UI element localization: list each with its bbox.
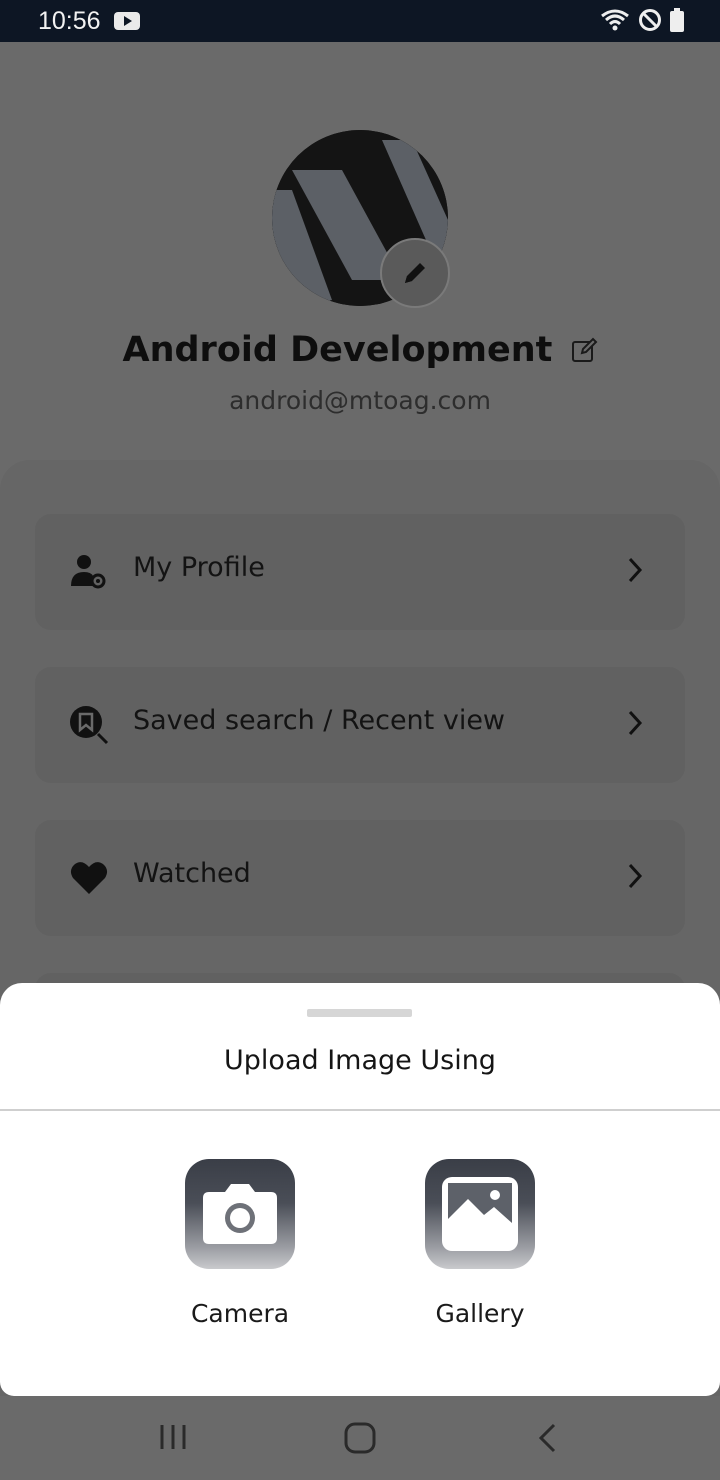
wifi-icon (601, 9, 629, 31)
chevron-right-icon (628, 863, 643, 889)
battery-icon (670, 8, 684, 32)
divider (0, 1109, 720, 1111)
do-not-disturb-icon (639, 9, 661, 31)
recents-icon[interactable] (158, 1422, 188, 1452)
pencil-icon (405, 263, 425, 283)
youtube-icon (114, 12, 140, 30)
back-icon[interactable] (536, 1422, 558, 1454)
gallery-icon (442, 1177, 518, 1251)
saved-search-icon (70, 706, 109, 745)
drag-handle[interactable] (307, 1009, 412, 1017)
menu-item-label: My Profile (133, 552, 265, 583)
profile-email: android@mtoag.com (229, 386, 491, 415)
profile-name-row: Android Development (0, 330, 720, 370)
gallery-tile[interactable] (425, 1159, 535, 1269)
user-settings-icon (71, 555, 106, 589)
camera-tile[interactable] (185, 1159, 295, 1269)
home-icon[interactable] (344, 1422, 376, 1454)
menu-item-label: Watched (133, 858, 251, 889)
status-time: 10:56 (38, 7, 101, 35)
camera-option[interactable]: Camera (185, 1159, 295, 1328)
edit-avatar-button[interactable] (380, 238, 450, 308)
camera-icon (203, 1184, 277, 1244)
camera-label: Camera (190, 1299, 290, 1328)
chevron-right-icon (628, 557, 643, 583)
heart-icon (70, 862, 108, 894)
avatar-container[interactable] (272, 130, 450, 308)
menu-item-saved-search[interactable]: Saved search / Recent view (35, 667, 685, 783)
gallery-option[interactable]: Gallery (425, 1159, 535, 1328)
status-bar: 10:56 (0, 0, 720, 42)
profile-name: Android Development (122, 330, 553, 370)
menu-item-my-profile[interactable]: My Profile (35, 514, 685, 630)
gallery-label: Gallery (435, 1299, 525, 1328)
menu-item-label: Saved search / Recent view (133, 705, 506, 736)
menu-item-watched[interactable]: Watched (35, 820, 685, 936)
upload-image-bottom-sheet: Upload Image Using Camera Gallery (0, 983, 720, 1396)
sheet-title: Upload Image Using (224, 1045, 496, 1076)
chevron-right-icon (628, 710, 643, 736)
edit-name-icon[interactable] (570, 336, 598, 364)
system-nav-bar (0, 1396, 720, 1480)
